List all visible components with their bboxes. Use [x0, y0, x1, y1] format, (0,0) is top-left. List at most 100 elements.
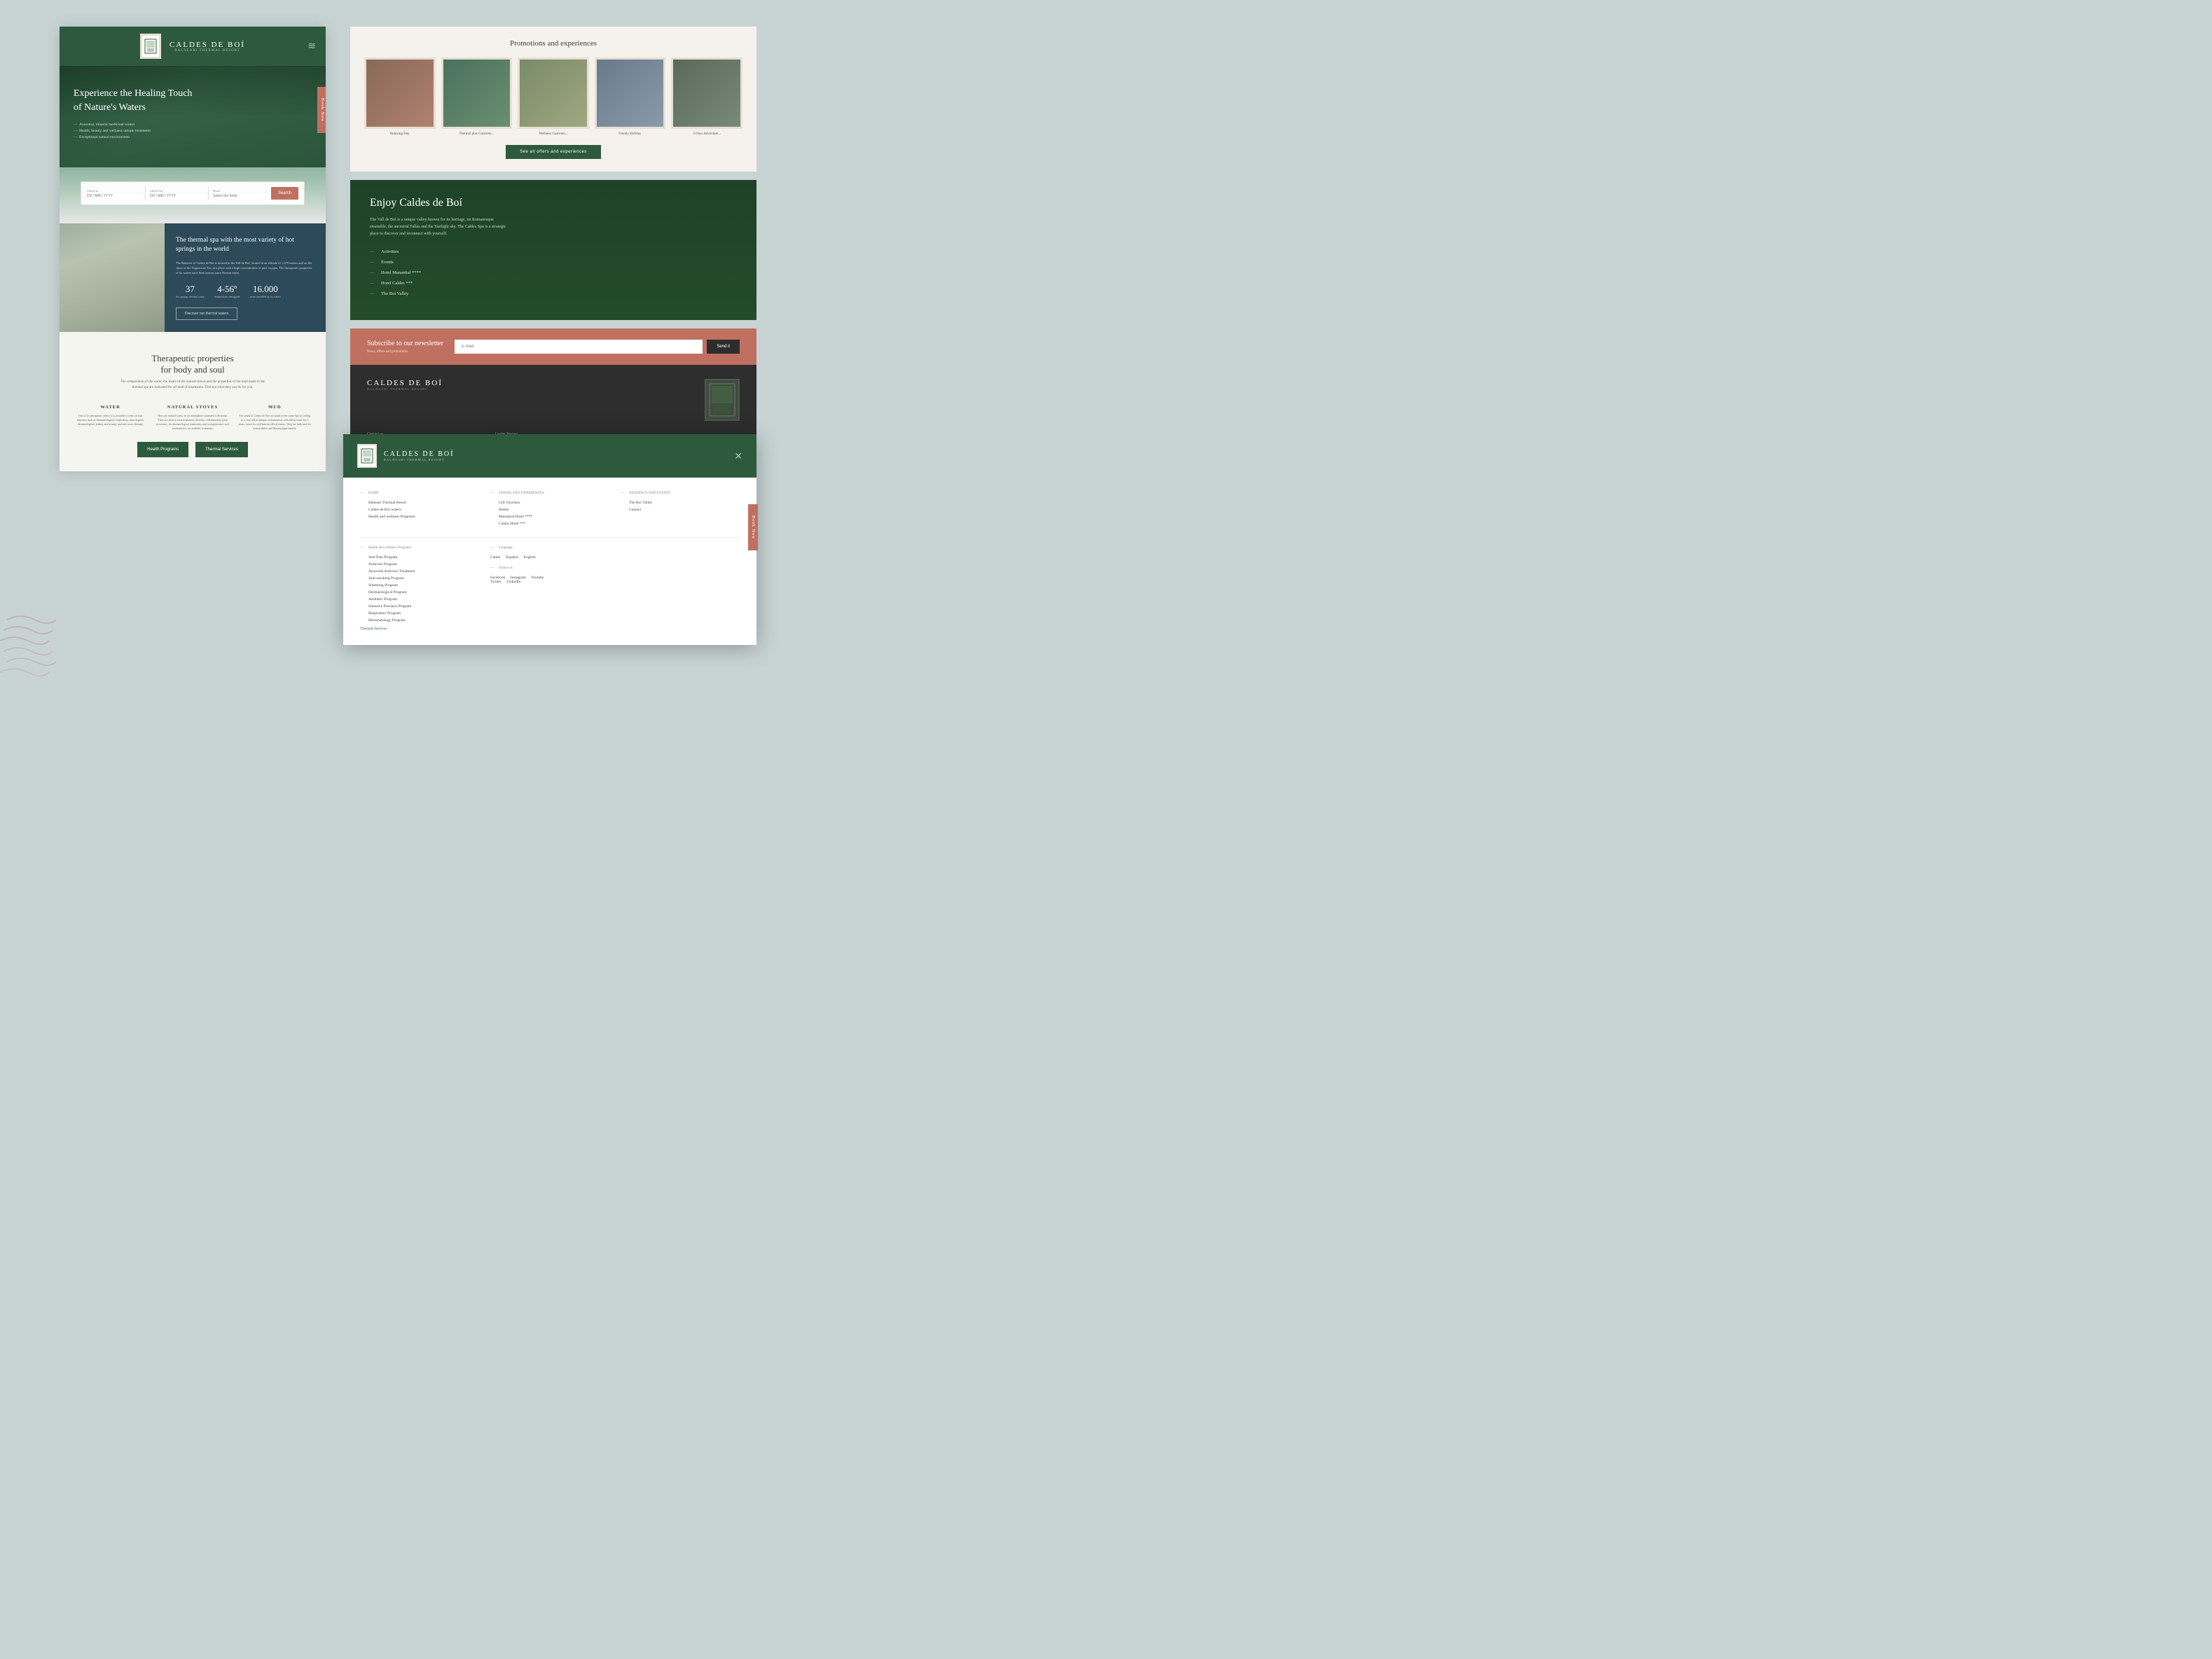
footer-logo-title: CALDES DE BOÍ — [367, 379, 705, 387]
footer-logo-area: CALDES DE BOÍ BALNEARI THERMAL RESORT — [367, 379, 705, 391]
search-button[interactable]: Search — [271, 187, 298, 200]
modal-anti-smoking[interactable]: Anti-smoking Program — [360, 576, 479, 581]
promo-label-adventure: 3 Days Adventure... — [671, 132, 742, 137]
stat-springs-label: hot springs thermal water — [176, 295, 205, 298]
modal-intensive-psoriasis[interactable]: Intensive Psoriasis Program — [360, 604, 479, 609]
discover-thermal-button[interactable]: Discover our thermal waters — [176, 307, 237, 320]
checkout-input[interactable] — [150, 194, 204, 198]
modal-nav-contact[interactable]: Contact — [621, 508, 740, 512]
modal-nav-boi-valley[interactable]: The Boí Valley — [621, 501, 740, 505]
enjoy-nav-boi-valley[interactable]: The Boí Valley — [370, 291, 737, 296]
checkin-label: Check-in — [87, 189, 141, 193]
modal-logo-area: CALDES DE BOÍ BALNEARI THERMAL RESORT — [357, 444, 454, 468]
stoves-text: They are natural caves, in an atmosphere… — [155, 414, 229, 431]
modal-nav-col-2: Offers and experiences Gift Vouchers Hot… — [490, 492, 609, 529]
enjoy-title: Enjoy Caldes de Boí — [370, 197, 737, 209]
newsletter-text: Subscribe to our newsletter News, offers… — [367, 340, 443, 354]
modal-nav-health-programs[interactable]: Health and wellness Programs — [360, 515, 479, 519]
modal-nav-manantial[interactable]: Manantial Hotel **** — [490, 515, 609, 519]
modal-nav-hotels[interactable]: Hotels — [490, 508, 609, 512]
promo-stamp-relaxing — [364, 57, 436, 129]
see-all-button[interactable]: See all offers and experiences — [506, 145, 601, 159]
promo-card-thermal[interactable]: Thermal plus Gastrono... — [441, 57, 513, 137]
promo-card-wellness[interactable]: Wellness Gastrono... — [518, 57, 589, 137]
modal-book-now-tab[interactable]: Book Now — [748, 504, 758, 550]
promo-card-family[interactable]: Family Holiday — [595, 57, 666, 137]
promo-label-relaxing: Relaxing Day — [364, 132, 436, 137]
modal-anti-pain[interactable]: Anti Pain Program — [360, 555, 479, 560]
modal-nav-balneari[interactable]: Balneari Thermal Resort — [360, 501, 479, 505]
promo-stamp-family — [595, 57, 666, 129]
thermal-services-button[interactable]: Thermal Services — [195, 442, 248, 457]
hero-bullet-1: Ancestral, mineral medicinal waters — [74, 123, 312, 127]
promo-stamp-inner-family — [597, 60, 664, 127]
book-now-tab[interactable]: Book Now — [317, 87, 326, 133]
lang-catala[interactable]: Català — [490, 555, 500, 560]
checkout-field[interactable]: Check-out — [150, 189, 204, 198]
enjoy-description: The Vall de Boí is a unique valley known… — [370, 216, 510, 238]
modal-thermal-services-link[interactable]: Thermal Services — [360, 627, 479, 631]
property-mud: MUD The muds of Caldes de Boí are made i… — [238, 405, 312, 431]
properties-grid: WATER Due to its therapeutic effect, it … — [74, 405, 312, 431]
hotel-input[interactable] — [213, 194, 267, 198]
modal-youtube[interactable]: Youtube — [531, 576, 544, 580]
enjoy-nav-hotel-caldes[interactable]: Hotel Caldes *** — [370, 281, 737, 286]
enjoy-nav-events[interactable]: Events — [370, 260, 737, 265]
checkin-input[interactable] — [87, 194, 141, 198]
modal-rheumatology[interactable]: Rheumatology Program — [360, 618, 479, 623]
modal-linkedin[interactable]: LinkedIn — [506, 580, 520, 584]
promotions-panel: Promotions and experiences Relaxing Day … — [350, 27, 756, 172]
logo-stamp — [140, 34, 161, 59]
enjoy-nav-activities[interactable]: Activities — [370, 249, 737, 254]
newsletter-title: Subscribe to our newsletter — [367, 340, 443, 347]
modal-nav-caldas-hotel[interactable]: Caldas Hotel *** — [490, 522, 609, 526]
modal-title-block: CALDES DE BOÍ BALNEARI THERMAL RESORT — [384, 450, 454, 461]
modal-nav-caldes-waters[interactable]: Caldes de Boí waters — [360, 508, 479, 512]
modal-ayurveda[interactable]: Ayurveda Arthrosis Treatment — [360, 569, 479, 574]
promo-card-relaxing[interactable]: Relaxing Day — [364, 57, 436, 137]
enjoy-content: Enjoy Caldes de Boí The Vall de Boí is a… — [370, 197, 737, 296]
lang-espanol[interactable]: Español — [506, 555, 518, 560]
promo-card-adventure[interactable]: 3 Days Adventure... — [671, 57, 742, 137]
hero-bullets: Ancestral, mineral medicinal waters Heal… — [74, 123, 312, 139]
modal-nav-gift-vouchers[interactable]: Gift Vouchers — [490, 501, 609, 505]
modal-language-col: Language Català Español English Follow u… — [490, 546, 609, 631]
promo-stamp-inner-wellness — [520, 60, 587, 127]
main-website: CALDES DE BOÍ BALNEARI THERMAL RESORT ≋ … — [60, 27, 326, 471]
modal-follow-heading: Follow us — [490, 567, 609, 570]
modal-arthrosis[interactable]: Arthrosis Program — [360, 562, 479, 567]
modal-nav-col3-list: The Boí Valley Contact — [621, 501, 740, 512]
enjoy-panel: Enjoy Caldes de Boí The Vall de Boí is a… — [350, 180, 756, 320]
modal-nav-col1-heading: Home — [360, 492, 479, 495]
promo-stamp-adventure — [671, 57, 742, 129]
newsletter-subtitle: News, offers and promotions — [367, 350, 443, 354]
lang-options: Català Español English — [490, 555, 609, 560]
newsletter-email-input[interactable] — [455, 340, 703, 354]
modal-nav-grid: Home Balneari Thermal Resort Caldes de B… — [360, 492, 740, 529]
stat-springs-number: 37 — [176, 284, 205, 295]
promo-stamp-inner-thermal — [443, 60, 511, 127]
modal-twitter[interactable]: Twitter — [490, 580, 502, 584]
modal-respiratory[interactable]: Respiratory Program — [360, 611, 479, 616]
modal-dermatological[interactable]: Dermatological Program — [360, 590, 479, 595]
hotel-label: Hotel — [213, 189, 267, 193]
modal-aesthetic[interactable]: Aesthetic Program — [360, 597, 479, 602]
checkin-field[interactable]: Check-in — [87, 189, 141, 198]
spa-heading: The thermal spa with the most variety of… — [176, 236, 314, 255]
header-waves-icon: ≋ — [307, 41, 316, 53]
modal-slimming[interactable]: Slimming Program — [360, 583, 479, 588]
modal-nav-col1-list: Balneari Thermal Resort Caldes de Boí wa… — [360, 501, 479, 519]
lang-english[interactable]: English — [524, 555, 536, 560]
modal-nav-col-1: Home Balneari Thermal Resort Caldes de B… — [360, 492, 479, 529]
modal-nav-col2-list: Gift Vouchers Hotels Manantial Hotel ***… — [490, 501, 609, 526]
decorative-waves-icon — [0, 606, 56, 690]
enjoy-nav-hotel-manantial[interactable]: Hotel Manantial **** — [370, 270, 737, 275]
modal-nav-col3-heading: Weddings and events — [621, 492, 740, 495]
hotel-field[interactable]: Hotel — [213, 189, 267, 198]
health-programs-button[interactable]: Health Programs — [137, 442, 188, 457]
modal-health-programs-list: Anti Pain Program Arthrosis Program Ayur… — [360, 555, 479, 623]
cta-buttons: Health Programs Thermal Services — [74, 442, 312, 457]
newsletter-send-button[interactable]: Send it — [707, 340, 740, 354]
enjoy-nav: Activities Events Hotel Manantial **** H… — [370, 249, 737, 296]
modal-close-button[interactable]: ✕ — [734, 450, 742, 462]
